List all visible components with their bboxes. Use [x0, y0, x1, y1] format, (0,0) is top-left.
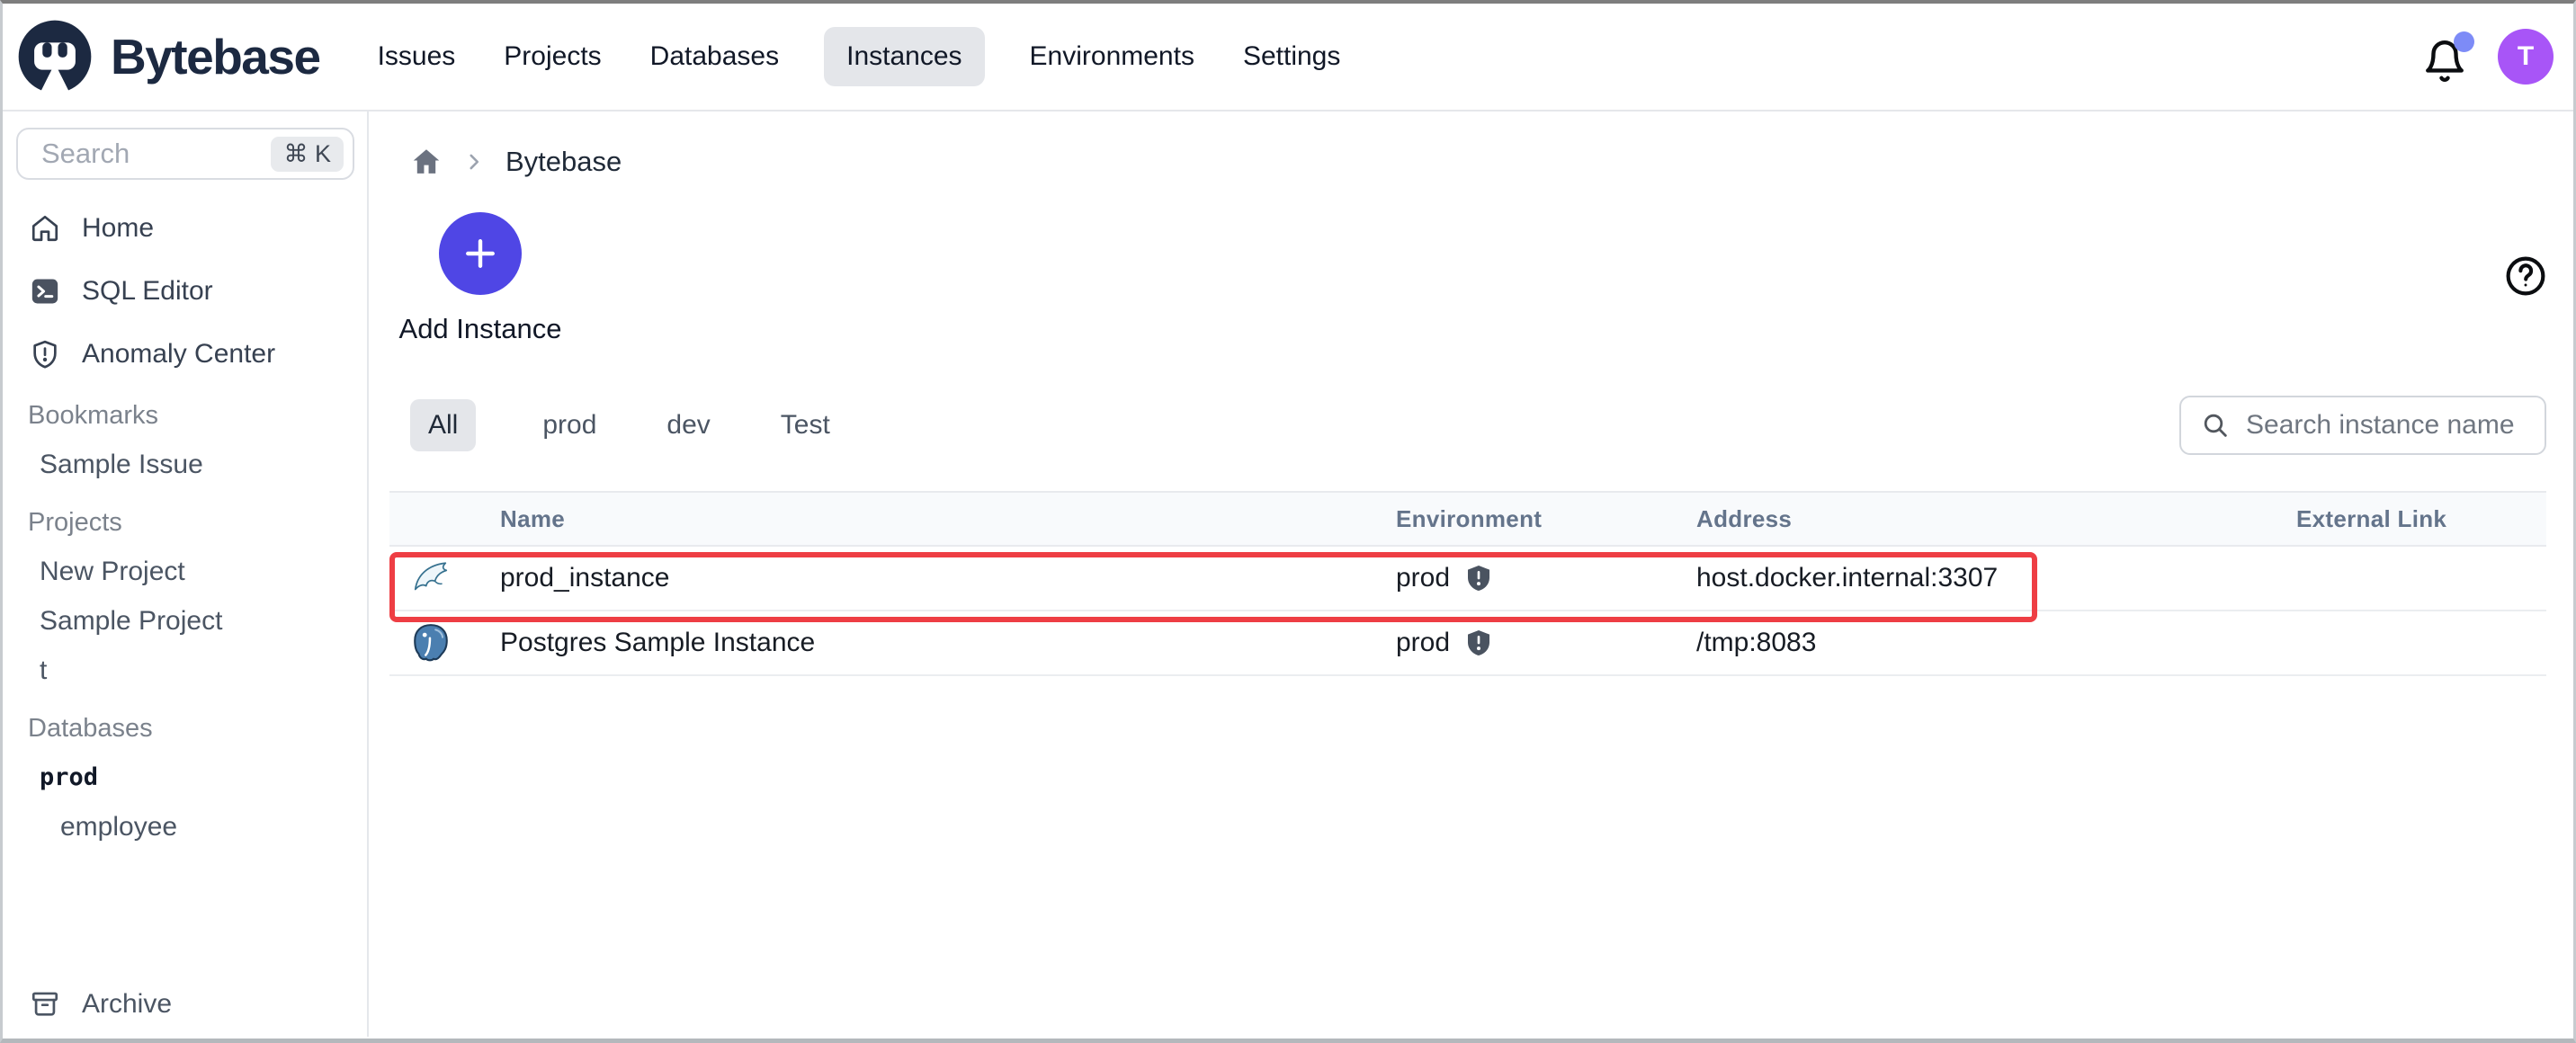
sql-terminal-icon — [31, 279, 58, 304]
tab-dev[interactable]: dev — [663, 399, 713, 451]
sidebar: Search ⌘ K Home SQL Editor Anomaly Cente… — [3, 111, 369, 1037]
page-body: Search ⌘ K Home SQL Editor Anomaly Cente… — [3, 111, 2573, 1037]
nav-databases[interactable]: Databases — [647, 27, 783, 86]
notifications-button[interactable] — [2422, 31, 2474, 82]
shield-alert-icon — [33, 340, 57, 369]
keyboard-shortcut-badge: ⌘ K — [271, 136, 344, 172]
notification-dot — [2454, 31, 2474, 52]
sidebar-item-label: Anomaly Center — [82, 339, 276, 369]
sidebar-section-projects: Projects — [28, 507, 122, 537]
sidebar-item-label: SQL Editor — [82, 276, 213, 306]
instance-environment: prod — [1396, 628, 1696, 658]
tab-all[interactable]: All — [410, 399, 477, 451]
breadcrumb-current[interactable]: Bytebase — [505, 146, 622, 178]
sidebar-search-placeholder: Search — [41, 138, 130, 169]
chevron-right-icon — [470, 154, 479, 170]
environment-label: prod — [1396, 563, 1451, 593]
instance-name: prod_instance — [500, 563, 670, 593]
filter-row: All prod dev Test Search instance name — [389, 396, 2546, 455]
breadcrumb: Bytebase — [410, 138, 2546, 185]
bytebase-logo-icon — [18, 20, 92, 95]
help-button[interactable] — [2503, 254, 2548, 299]
home-filled-icon[interactable] — [410, 146, 443, 178]
sidebar-item-home[interactable]: Home — [3, 197, 367, 260]
nav-issues[interactable]: Issues — [374, 27, 460, 86]
instance-environment: prod — [1396, 563, 1696, 593]
topbar-right: T — [2422, 29, 2554, 85]
user-avatar[interactable]: T — [2498, 29, 2554, 85]
brand-name: Bytebase — [111, 29, 321, 85]
bytebase-logo[interactable]: Bytebase — [15, 17, 321, 96]
instance-table: Name Environment Address External Link p… — [389, 491, 2546, 676]
tab-prod[interactable]: prod — [539, 399, 600, 451]
sidebar-section-bookmarks: Bookmarks — [28, 400, 159, 430]
sidebar-item-anomaly-center[interactable]: Anomaly Center — [3, 323, 367, 386]
table-row-prod-instance[interactable]: prod_instance prod host.docker.internal:… — [389, 547, 2546, 611]
help-circle-icon — [2506, 256, 2545, 296]
postgres-elephant-icon — [414, 624, 448, 662]
nav-instances[interactable]: Instances — [824, 27, 985, 86]
sidebar-item-sql-editor[interactable]: SQL Editor — [3, 260, 367, 323]
bytebase-app-window: Bytebase Issues Projects Databases Insta… — [0, 0, 2576, 1043]
sidebar-item-sample-issue[interactable]: Sample Issue — [3, 440, 367, 489]
sidebar-item-t[interactable]: t — [3, 646, 367, 695]
nav-projects[interactable]: Projects — [500, 27, 604, 86]
archive-icon — [31, 992, 58, 1016]
column-external-link: External Link — [2296, 504, 2447, 532]
sidebar-item-label: Home — [82, 213, 155, 243]
add-instance-label: Add Instance — [398, 313, 562, 344]
sidebar-nav: Home SQL Editor Anomaly Center Bookmarks… — [3, 197, 367, 851]
sidebar-section-databases: Databases — [28, 713, 153, 743]
column-environment: Environment — [1396, 504, 1543, 532]
instance-name: Postgres Sample Instance — [500, 628, 816, 657]
top-nav: Issues Projects Databases Instances Envi… — [374, 27, 1345, 86]
mysql-dolphin-icon — [414, 562, 448, 591]
environment-tabs: All prod dev Test — [410, 399, 834, 451]
sidebar-item-db-employee[interactable]: employee — [3, 802, 367, 851]
column-name: Name — [500, 504, 566, 532]
main-content: Bytebase Add Instance All prod dev Test … — [369, 111, 2573, 1037]
instance-search-placeholder: Search instance name — [2246, 410, 2515, 440]
sidebar-item-db-prod[interactable]: prod — [3, 753, 367, 802]
archive-label: Archive — [82, 989, 173, 1019]
sidebar-item-new-project[interactable]: New Project — [3, 547, 367, 596]
table-row-postgres-sample-instance[interactable]: Postgres Sample Instance prod /tmp:8083 — [389, 611, 2546, 676]
nav-environments[interactable]: Environments — [1026, 27, 1198, 86]
nav-settings[interactable]: Settings — [1239, 27, 1344, 86]
add-instance-button[interactable] — [439, 212, 522, 295]
top-navbar: Bytebase Issues Projects Databases Insta… — [3, 4, 2573, 111]
environment-label: prod — [1396, 628, 1451, 657]
sidebar-item-sample-project[interactable]: Sample Project — [3, 596, 367, 646]
tab-test[interactable]: Test — [777, 399, 834, 451]
table-header: Name Environment Address External Link — [389, 491, 2546, 547]
column-address: Address — [1696, 504, 1793, 532]
sidebar-item-archive[interactable]: Archive — [3, 979, 367, 1030]
instance-address: host.docker.internal:3307 — [1696, 563, 1999, 593]
instance-address: /tmp:8083 — [1696, 628, 1817, 657]
instance-search-input[interactable]: Search instance name — [2179, 396, 2546, 455]
sidebar-search-input[interactable]: Search ⌘ K — [16, 128, 354, 180]
shield-check-icon — [1468, 566, 1490, 591]
plus-icon — [466, 239, 495, 268]
add-instance-block: Add Instance — [397, 212, 564, 345]
search-icon — [2204, 414, 2227, 437]
home-icon — [31, 215, 58, 242]
shield-check-icon — [1468, 630, 1490, 655]
